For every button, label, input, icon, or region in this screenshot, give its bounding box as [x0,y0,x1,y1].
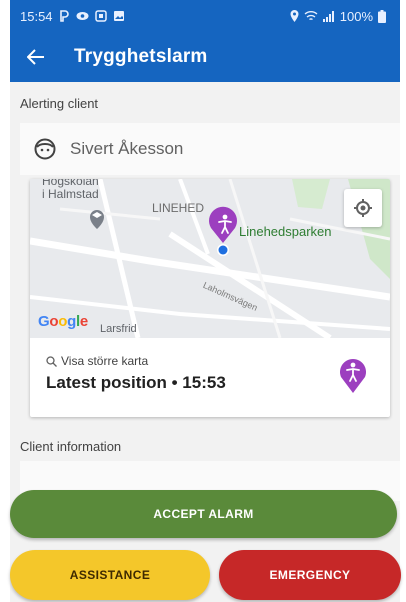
eye-notification-icon [76,11,89,21]
battery-icon [378,9,386,23]
latest-position: Latest position • 15:53 [46,373,226,392]
map-card-footer: Visa större karta Latest position • 15:5… [30,338,390,417]
wifi-calling-icon [304,10,318,22]
signal-icon [322,10,335,22]
image-notification-icon [113,10,125,22]
alerting-client-row[interactable]: Sivert Åkesson [20,123,400,175]
face-icon [34,138,56,160]
person-pin-icon [340,359,366,393]
assistance-button[interactable]: ASSISTANCE [10,550,210,600]
show-bigger-map-label: Visa större karta [61,354,149,368]
page-title: Trygghetslarm [74,46,208,67]
battery-percent: 100% [339,8,373,24]
map-card: Högskolan i Halmstad LINEHED Linehedspark… [30,179,390,417]
accept-alarm-button[interactable]: ACCEPT ALARM [10,490,397,538]
show-bigger-map-link[interactable]: Visa större karta [46,354,374,368]
app-notification-icon [94,10,107,22]
arrow-left-icon [27,49,44,65]
app-bar: Trygghetslarm [10,32,400,82]
emergency-button[interactable]: EMERGENCY [219,550,401,600]
map-label-area: Larsfrid [100,323,137,335]
map-label-park: Linehedsparken [239,224,332,239]
status-time: 15:54 [20,8,53,24]
map-label-district: LINEHED [152,201,205,215]
map-view[interactable]: Högskolan i Halmstad LINEHED Linehedspark… [30,179,390,338]
map-label-university: Högskolan i Halmstad [42,179,99,201]
google-logo: Google [38,313,88,330]
back-button[interactable] [14,32,58,82]
status-left: 15:54 [20,9,125,24]
status-right: 100% [290,9,386,24]
p-notification-icon [59,10,70,22]
my-location-button[interactable] [344,189,382,227]
client-name: Sivert Åkesson [70,139,184,158]
location-status-icon [290,10,299,22]
client-information-label: Client information [20,439,122,454]
alerting-client-label: Alerting client [20,96,99,111]
status-bar: 15:54 100% [10,0,400,32]
crosshair-icon [354,199,372,217]
magnifier-icon [46,355,57,367]
